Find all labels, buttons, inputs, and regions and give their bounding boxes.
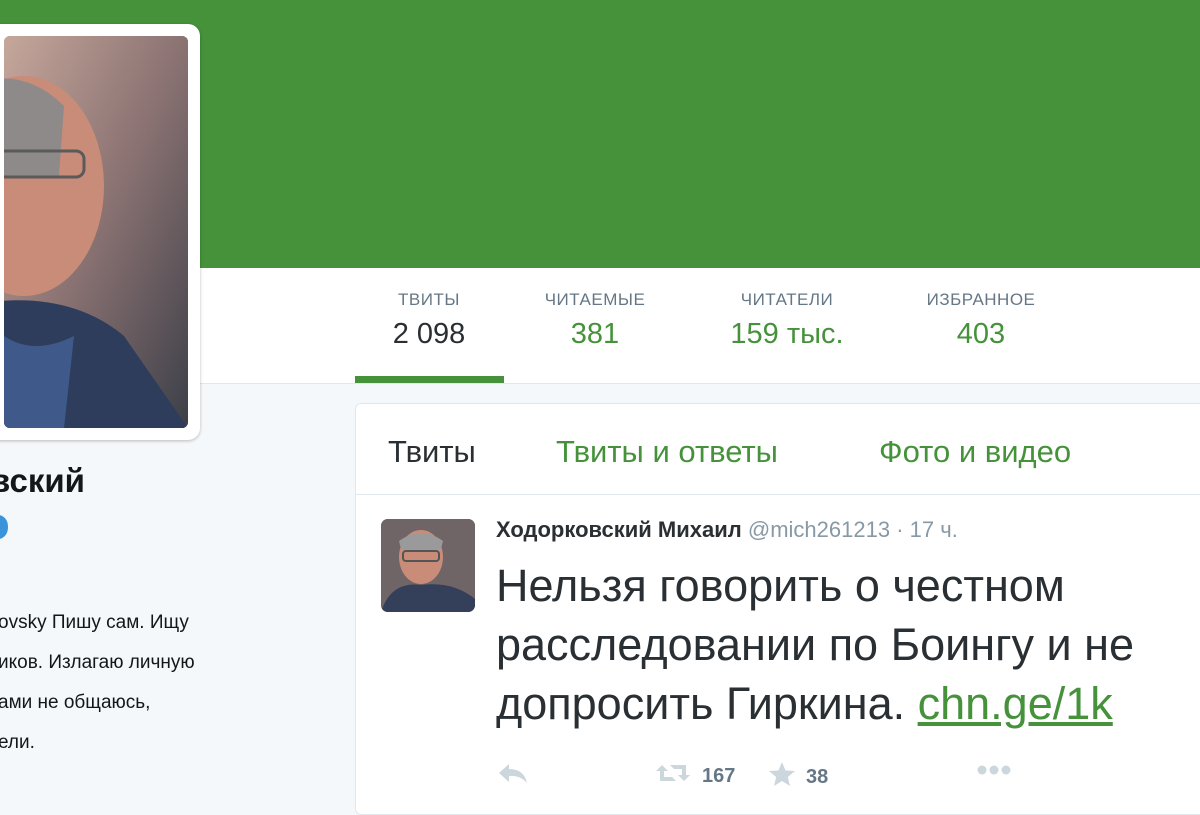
bio-line: ели.: [0, 732, 35, 753]
stat-favorites[interactable]: ИЗБРАННОЕ 403: [908, 290, 1054, 351]
tweet-link[interactable]: chn.ge/1k: [918, 678, 1113, 729]
more-button[interactable]: [974, 761, 1014, 784]
tweet-avatar[interactable]: [381, 519, 475, 612]
tab-tweets-and-replies[interactable]: Твиты и ответы: [556, 434, 778, 470]
tweet-text-line: допросить Гиркина.: [496, 678, 918, 729]
timeline-tabs: Твиты Твиты и ответы Фото и видео: [356, 404, 1200, 495]
tweet-time[interactable]: 17 ч.: [910, 517, 958, 542]
tweet-header: Ходорковский Михаил @mich261213 · 17 ч.: [496, 517, 958, 543]
more-dots-icon: [974, 761, 1014, 784]
favorite-count: 38: [806, 765, 829, 788]
profile-avatar[interactable]: [4, 36, 188, 428]
stat-label: ИЗБРАННОЕ: [926, 290, 1036, 309]
star-icon: [768, 761, 796, 793]
profile-name[interactable]: вский: [0, 462, 85, 500]
reply-icon: [496, 761, 530, 791]
tweet-author[interactable]: Ходорковский Михаил: [496, 517, 742, 542]
stat-followers[interactable]: ЧИТАТЕЛИ 159 тыс.: [712, 290, 862, 351]
stat-label: ЧИТАТЕЛИ: [740, 290, 834, 309]
bio-line: ами не общаюсь,: [0, 692, 151, 713]
stat-value: 403: [956, 318, 1006, 350]
stat-value: 2 098: [392, 318, 466, 350]
retweet-button[interactable]: 167: [654, 761, 735, 791]
tweet-text-line: расследовании по Боингу и не: [496, 619, 1135, 670]
bio-line: ovsky Пишу сам. Ищу: [0, 612, 189, 633]
stat-following[interactable]: ЧИТАЕМЫЕ 381: [530, 290, 660, 351]
stat-value: 381: [570, 318, 620, 350]
retweet-count: 167: [702, 764, 736, 787]
active-stat-indicator: [355, 376, 504, 383]
retweet-icon: [654, 761, 692, 791]
tab-photos-and-videos[interactable]: Фото и видео: [879, 434, 1071, 470]
tweet-text: Нельзя говорить о честном расследовании …: [496, 556, 1134, 733]
tweet-handle[interactable]: @mich261213: [748, 517, 890, 542]
stat-label: ТВИТЫ: [398, 290, 460, 309]
stat-label: ЧИТАЕМЫЕ: [544, 290, 646, 309]
reply-button[interactable]: [496, 761, 530, 791]
tweet-text-line: Нельзя говорить о честном: [496, 560, 1065, 611]
tab-tweets[interactable]: Твиты: [388, 434, 476, 470]
profile-avatar-frame: [0, 24, 200, 440]
verified-badge-icon: [0, 514, 8, 540]
tweet-separator: ·: [896, 517, 904, 542]
stat-value: 159 тыс.: [730, 318, 844, 350]
favorite-button[interactable]: 38: [768, 761, 828, 793]
timeline: Твиты Твиты и ответы Фото и видео Ходорк…: [355, 403, 1200, 815]
bio-line: иков. Излагаю личную: [0, 652, 195, 673]
profile-bio: ovsky Пишу сам. Ищу иков. Излагаю личную…: [0, 603, 328, 763]
stat-tweets[interactable]: ТВИТЫ 2 098: [384, 290, 474, 351]
